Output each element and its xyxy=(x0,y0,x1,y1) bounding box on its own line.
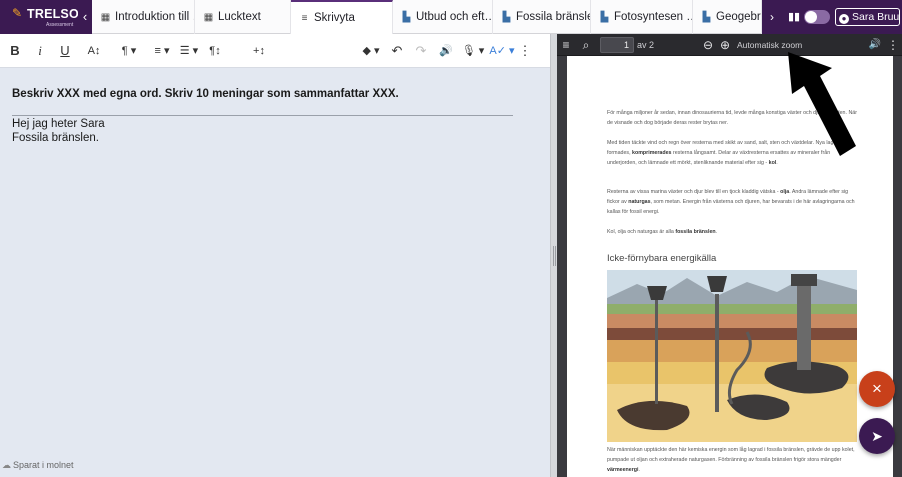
tab-geogebra[interactable]: ▙ Geogebra xyxy=(693,0,762,34)
list-button[interactable]: ☰ ▾ xyxy=(178,34,200,68)
user-button[interactable]: ● Sara Bruun xyxy=(835,8,900,26)
logo-pencil-icon: ✎ xyxy=(12,6,23,20)
trelson-logo: ✎ TRELSON Assessment xyxy=(0,0,88,34)
user-icon: ● xyxy=(839,14,849,24)
page-count: av 2 xyxy=(637,40,655,50)
tab-label: Utbud och eft… xyxy=(416,11,493,23)
brand-sub: Assessment xyxy=(46,22,74,28)
text-line[interactable]: Hej jag heter Sara xyxy=(12,118,105,130)
redo-button[interactable]: ↷ xyxy=(412,34,430,68)
send-fab-button[interactable]: ➤ xyxy=(859,418,895,454)
editor-toolbar: B i U A↕ ¶ ▾ ≡ ▾ ☰ ▾ ¶↕ +↕ ◆ ▾ ↶ ↷ 🔊 🎙 ▾… xyxy=(0,34,550,68)
lines-icon: ≡ xyxy=(301,13,308,24)
pdf-paragraph: Kol, olja och naturgas är alla fossila b… xyxy=(607,229,718,235)
paragraph-style-button[interactable]: ¶ ▾ xyxy=(114,34,144,68)
tab-bar: ✎ TRELSON Assessment ‹ ▦ Introduktion til… xyxy=(0,0,902,34)
theme-toggle[interactable] xyxy=(804,10,830,24)
tab-label: Fossila bränslen xyxy=(516,11,590,23)
pdf-paragraph: Med tiden täckte vind och regn över rest… xyxy=(607,140,839,167)
document-icon: ▙ xyxy=(702,12,711,23)
assignment-prompt: Beskriv XXX med egna ord. Skriv 10 menin… xyxy=(12,88,399,100)
save-status: ☁ Sparat i molnet xyxy=(2,460,74,471)
more-icon[interactable]: ⋮ xyxy=(887,34,899,56)
more-options-button[interactable]: ⋮ xyxy=(518,34,532,68)
tab-skrivyta[interactable]: ≡ Skrivyta xyxy=(291,0,393,34)
underline-button[interactable]: U xyxy=(54,34,76,68)
pdf-paragraph: För många miljoner år sedan, innan dinos… xyxy=(607,110,857,127)
sidebar-toggle-icon[interactable]: ≡ xyxy=(557,34,575,56)
tab-label: Skrivyta xyxy=(314,12,355,24)
reader-mode-icon[interactable]: ▮▮ xyxy=(788,10,800,23)
tab-fotosyntesen[interactable]: ▙Fotosyntesen …C xyxy=(591,0,693,34)
italic-button[interactable]: i xyxy=(30,34,50,68)
text-size-button[interactable]: A↕ xyxy=(82,34,106,68)
search-icon[interactable]: ⌕ xyxy=(577,34,595,56)
pdf-heading: Icke-förnybara energikälla xyxy=(607,253,717,264)
pane-divider[interactable] xyxy=(550,34,557,477)
fossil-fuel-illustration xyxy=(607,270,857,442)
tab-scroll-left-button[interactable]: ‹ xyxy=(78,0,92,34)
tab-label: Fotosyntesen … xyxy=(614,11,693,23)
pdf-page: För många miljoner år sedan, innan dinos… xyxy=(567,56,893,477)
tab-utbud[interactable]: ▙Utbud och eft…C xyxy=(393,0,493,34)
document-icon: ▙ xyxy=(600,12,609,23)
tab-introduktion[interactable]: ▦ Introduktion till … xyxy=(92,0,195,34)
pdf-toolbar: ≡ ⌕ av 2 ⊖ ⊕ Automatisk zoom 🔊 ⋮ xyxy=(557,34,902,56)
pdf-viewer: ≡ ⌕ av 2 ⊖ ⊕ Automatisk zoom 🔊 ⋮ För mån… xyxy=(557,34,902,477)
pdf-caption: När människan upptäckte den här kemiska … xyxy=(607,447,855,474)
page-number-input[interactable] xyxy=(600,37,634,53)
pdf-paragraph: Resterna av vissa marina växter och djur… xyxy=(607,189,855,216)
close-fab-button[interactable]: × xyxy=(859,371,895,407)
text-line[interactable]: Fossila bränslen. xyxy=(12,132,99,144)
zoom-in-icon[interactable]: ⊕ xyxy=(717,34,733,56)
spellcheck-button[interactable]: A✓ ▾ xyxy=(488,34,516,68)
tab-fossila-branslen[interactable]: ▙Fossila bränslenC xyxy=(493,0,591,34)
tab-label: Geogebra xyxy=(716,11,761,23)
bold-button[interactable]: B xyxy=(4,34,26,68)
grid-icon: ▦ xyxy=(100,12,111,23)
pilcrow-button[interactable]: ¶↕ xyxy=(204,34,226,68)
toggle-knob xyxy=(805,11,817,23)
user-name: Sara Bruun xyxy=(852,11,900,23)
right-tools: ▮▮ ● Sara Bruun xyxy=(782,0,902,34)
align-button[interactable]: ≡ ▾ xyxy=(150,34,174,68)
cloud-icon: ☁ xyxy=(2,460,11,470)
tab-lucktext[interactable]: ▦ Lucktext xyxy=(195,0,291,34)
document-icon: ▙ xyxy=(502,12,511,23)
fill-color-button[interactable]: ◆ ▾ xyxy=(358,34,384,68)
grid-icon: ▦ xyxy=(203,12,214,23)
speak-button[interactable]: 🔊 xyxy=(436,34,456,68)
prompt-divider xyxy=(12,115,513,116)
zoom-out-icon[interactable]: ⊖ xyxy=(700,34,716,56)
zoom-select[interactable]: Automatisk zoom xyxy=(737,34,802,56)
undo-button[interactable]: ↶ xyxy=(388,34,406,68)
editor-pane: B i U A↕ ¶ ▾ ≡ ▾ ☰ ▾ ¶↕ +↕ ◆ ▾ ↶ ↷ 🔊 🎙 ▾… xyxy=(0,34,550,477)
divider-grip[interactable] xyxy=(553,246,556,266)
tab-label: Lucktext xyxy=(218,11,261,23)
tab-scroll-right-button[interactable]: › xyxy=(762,0,782,34)
dictation-button[interactable]: 🎙 ▾ xyxy=(460,34,486,68)
save-status-text: Sparat i molnet xyxy=(13,460,74,470)
insert-button[interactable]: +↕ xyxy=(248,34,270,68)
document-icon: ▙ xyxy=(402,12,411,23)
tab-label: Introduktion till … xyxy=(115,11,195,23)
speaker-icon[interactable]: 🔊 xyxy=(867,34,883,56)
